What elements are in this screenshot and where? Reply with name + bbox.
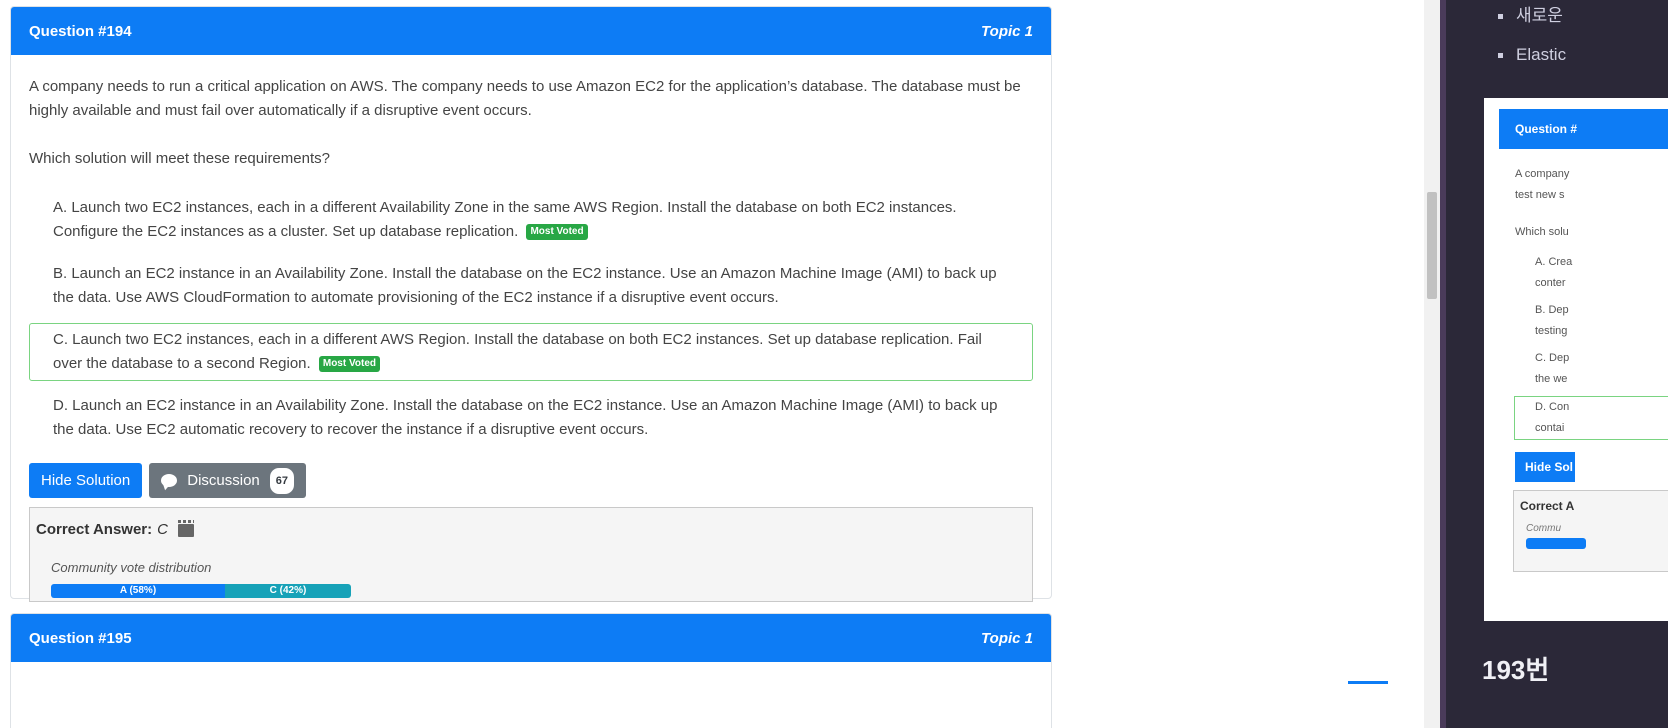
mini-choice-c: C. Dep the we (1499, 348, 1668, 390)
correct-answer-label: Correct Answer: (36, 521, 153, 538)
mini-choice-b: B. Dep testing (1499, 300, 1668, 342)
mini-text-line: A company (1515, 168, 1570, 180)
mini-choice-d: D. Con contai (1514, 396, 1668, 440)
discussion-button[interactable]: Discussion 67 (149, 463, 307, 498)
correct-answer-value: C (157, 521, 168, 538)
mini-question-header: Question # (1499, 109, 1668, 149)
partial-element (1348, 681, 1388, 684)
mini-question-text: A company test new s (1499, 164, 1668, 206)
question-title: Question #195 (29, 629, 132, 647)
choice-d[interactable]: D. Launch an EC2 instance in an Availabi… (29, 389, 1033, 447)
question-header: Question #195 Topic 1 (11, 614, 1051, 662)
mini-choice-line: B. Dep (1535, 304, 1569, 316)
section-number-heading: 193번 (1482, 655, 1550, 685)
choice-text: A. Launch two EC2 instances, each in a d… (53, 199, 957, 240)
mini-choice-line: D. Con (1535, 401, 1570, 413)
embedded-question-screenshot: Question # A company test new s Which so… (1484, 98, 1668, 621)
question-text: A company needs to run a critical applic… (29, 78, 1021, 119)
question-title: Question #194 (29, 22, 132, 40)
most-voted-badge: Most Voted (526, 224, 588, 241)
choice-text: D. Launch an EC2 instance in an Availabi… (53, 397, 998, 438)
mini-answer-label: Correct A (1520, 499, 1575, 513)
mini-choice-line: testing (1535, 325, 1568, 337)
choice-b[interactable]: B. Launch an EC2 instance in an Availabi… (29, 257, 1033, 315)
question-card-195: Question #195 Topic 1 (10, 613, 1052, 728)
mini-choice-a: A. Crea conter (1499, 252, 1668, 294)
vote-segment-a: A (58%) (51, 584, 225, 598)
right-side-panel: 새로운 Elastic Question # A company test ne… (1440, 0, 1668, 728)
mini-vote-bar (1526, 538, 1586, 549)
most-voted-badge: Most Voted (318, 356, 381, 373)
mini-text-line: test new s (1515, 189, 1565, 201)
question-header: Question #194 Topic 1 (11, 7, 1051, 55)
scrollbar[interactable] (1424, 0, 1440, 728)
hide-solution-button[interactable]: Hide Solution (29, 463, 143, 498)
vote-distribution-bar: A (58%) C (42%) (51, 584, 351, 598)
question-body: A company needs to run a critical applic… (11, 55, 1051, 602)
mini-choice-line: conter (1535, 277, 1566, 289)
chat-icon (161, 474, 178, 487)
question-ask: Which solution will meet these requireme… (29, 150, 330, 167)
mini-answer-box: Correct A Commu (1513, 490, 1668, 572)
mini-choice-line: contai (1535, 422, 1565, 434)
mini-community-label: Commu (1526, 523, 1562, 534)
mini-choices: A. Crea conter B. Dep testing C. Dep the… (1499, 252, 1668, 440)
choice-text: C. Launch two EC2 instances, each in a d… (53, 331, 982, 372)
discussion-label: Discussion (187, 471, 260, 489)
topic-label: Topic 1 (981, 22, 1033, 40)
mini-choice-line: C. Dep (1535, 352, 1570, 364)
scrollbar-thumb[interactable] (1427, 192, 1437, 299)
clapperboard-icon[interactable] (177, 519, 194, 537)
correct-answer-line: Correct Answer: C (36, 518, 1026, 542)
mini-question-ask: Which solu (1515, 226, 1569, 238)
mini-choice-line: the we (1535, 373, 1568, 385)
bullet-list: 새로운 Elastic (1498, 4, 1566, 82)
correct-answer-box: Correct Answer: C Community vote distrib… (29, 507, 1033, 602)
vote-segment-c: C (42%) (225, 584, 351, 598)
choice-c[interactable]: C. Launch two EC2 instances, each in a d… (29, 323, 1033, 381)
list-item: Elastic (1498, 43, 1566, 67)
choice-text: B. Launch an EC2 instance in an Availabi… (53, 265, 997, 306)
discussion-count-badge: 67 (269, 467, 295, 494)
mini-hide-solution-button: Hide Sol (1515, 452, 1575, 482)
question-card-194: Question #194 Topic 1 A company needs to… (10, 6, 1052, 602)
vote-distribution-label: Community vote distribution (51, 560, 212, 575)
embedded-question-card: Question # A company test new s Which so… (1499, 109, 1668, 572)
button-row: Hide Solution Discussion 67 (29, 463, 1033, 498)
topic-label: Topic 1 (981, 629, 1033, 647)
list-item: 새로운 (1498, 4, 1566, 28)
panel-edge (1440, 0, 1446, 728)
choice-a[interactable]: A. Launch two EC2 instances, each in a d… (29, 191, 1033, 249)
mini-choice-line: A. Crea (1535, 256, 1573, 268)
